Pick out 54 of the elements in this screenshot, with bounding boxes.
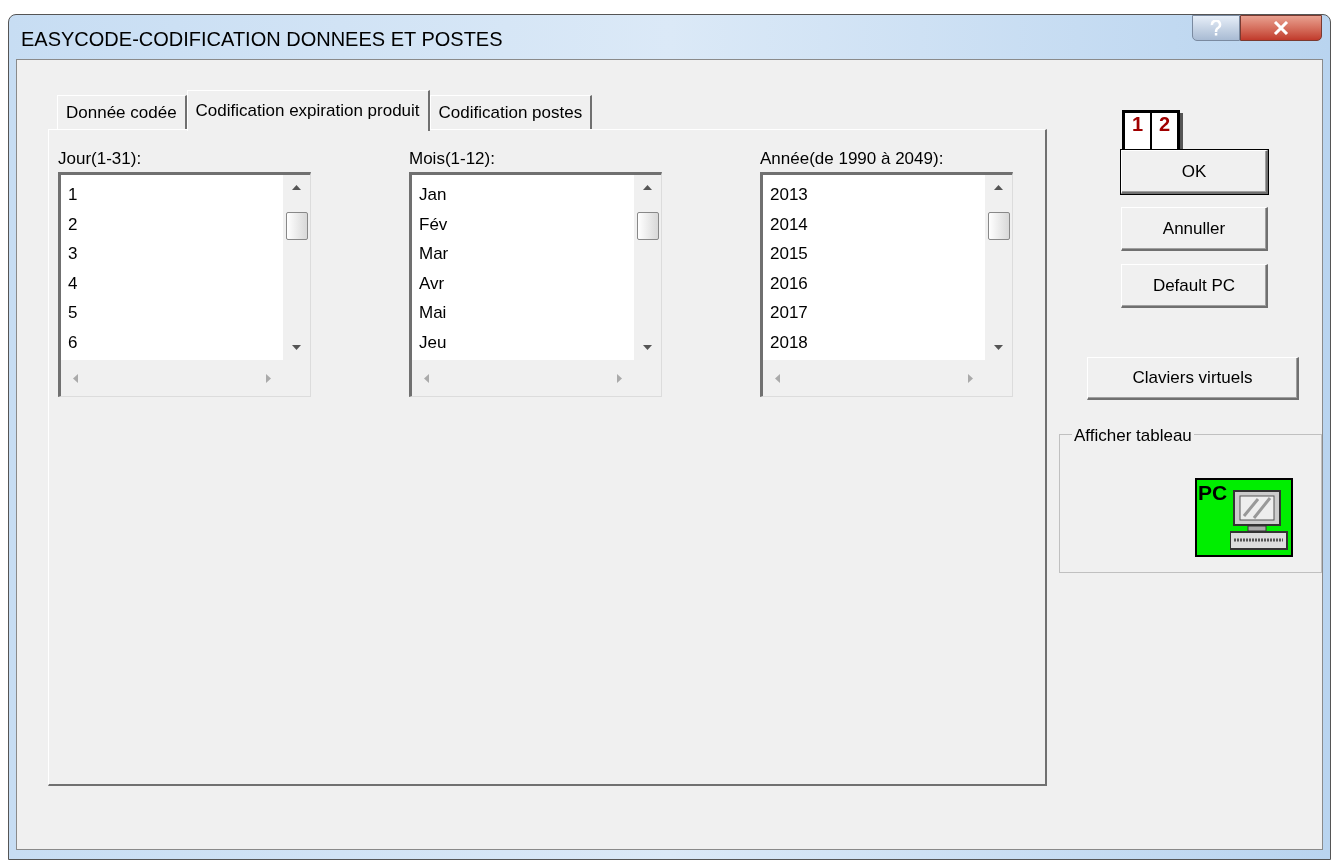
scroll-thumb[interactable] — [636, 212, 659, 241]
help-icon — [1210, 20, 1222, 36]
list-item[interactable]: Jan — [419, 180, 447, 210]
scroll-down-icon[interactable] — [292, 345, 301, 350]
list-item[interactable]: 2017 — [770, 298, 808, 328]
list-item[interactable]: 1 — [68, 180, 78, 210]
list-item[interactable]: Mar — [419, 239, 449, 269]
list-item[interactable]: 6 — [68, 327, 78, 357]
dialog-button[interactable]: Default PC — [1121, 264, 1268, 308]
list-label: Année(de 1990 à 2049): — [760, 148, 945, 170]
list-item[interactable]: 3 — [68, 239, 78, 269]
dialog-button[interactable]: OK — [1121, 150, 1268, 194]
scroll-thumb[interactable] — [987, 212, 1010, 241]
scroll-right-icon[interactable] — [968, 373, 973, 383]
window-title: EASYCODE-CODIFICATION DONNEES ET POSTES — [21, 27, 503, 52]
close-icon — [1273, 21, 1289, 35]
scroll-down-icon[interactable] — [994, 345, 1003, 350]
virtual-keyboards-button[interactable]: Claviers virtuels — [1087, 357, 1299, 400]
scroll-left-icon[interactable] — [775, 373, 780, 383]
scroll-up-icon[interactable] — [994, 185, 1003, 190]
tab[interactable]: Donnée codée — [57, 95, 187, 130]
list-item[interactable]: Mai — [419, 298, 447, 328]
close-button[interactable] — [1240, 15, 1322, 41]
computer-icon — [1230, 490, 1288, 552]
scroll-left-icon[interactable] — [424, 373, 429, 383]
list-item[interactable]: Fév — [419, 209, 448, 239]
list-item[interactable]: 2016 — [770, 268, 808, 298]
scroll-right-icon[interactable] — [617, 373, 622, 383]
dialog-button[interactable]: Annuller — [1121, 207, 1268, 251]
scroll-up-icon[interactable] — [292, 185, 301, 190]
scroll-right-icon[interactable] — [266, 373, 271, 383]
list-item[interactable]: 2 — [68, 209, 78, 239]
list-box[interactable]: Jan Fév Mar Avr Mai Jeu — [409, 172, 662, 397]
list-label: Mois(1-12): — [409, 148, 496, 170]
list-label: Jour(1-31): — [58, 148, 143, 170]
pc-icon-label: PC — [1198, 482, 1228, 503]
scroll-down-icon[interactable] — [643, 345, 652, 350]
pc-display-icon[interactable]: PC — [1195, 478, 1293, 557]
list-item[interactable]: Jeu — [419, 327, 447, 357]
list-item[interactable]: 2015 — [770, 239, 808, 269]
list-item[interactable]: 2013 — [770, 180, 808, 210]
list-item[interactable]: 4 — [68, 268, 78, 298]
help-button[interactable] — [1192, 15, 1240, 41]
list-item[interactable]: Avr — [419, 268, 445, 298]
scroll-up-icon[interactable] — [643, 185, 652, 190]
tab[interactable]: Codification expiration produit — [186, 90, 430, 131]
list-item[interactable]: 2018 — [770, 327, 808, 357]
list-item[interactable]: 5 — [68, 298, 78, 328]
scroll-thumb[interactable] — [285, 212, 308, 241]
list-box[interactable]: 1 2 3 4 5 6 — [58, 172, 311, 397]
list-item[interactable]: 2014 — [770, 209, 808, 239]
tab[interactable]: Codification postes — [429, 95, 593, 130]
list-box[interactable]: 2013 2014 2015 2016 2017 2018 — [760, 172, 1013, 397]
scroll-left-icon[interactable] — [73, 373, 78, 383]
